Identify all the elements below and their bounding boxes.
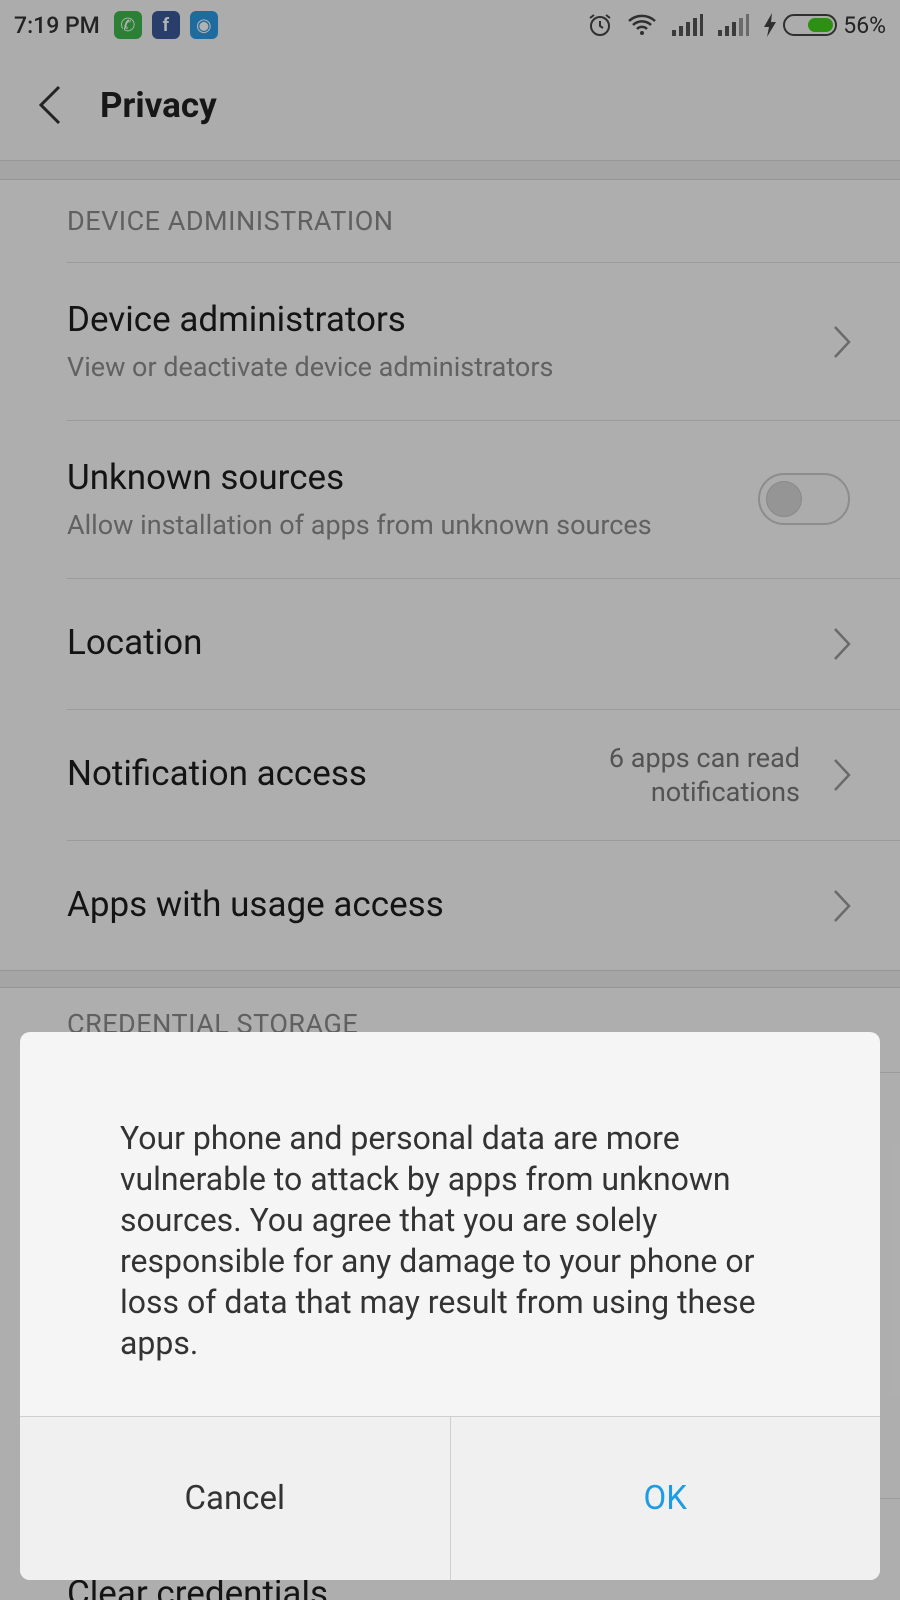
dialog-button-bar: Cancel OK bbox=[20, 1416, 880, 1580]
cancel-button[interactable]: Cancel bbox=[20, 1417, 450, 1580]
ok-button[interactable]: OK bbox=[449, 1417, 881, 1580]
dialog-message: Your phone and personal data are more vu… bbox=[120, 1119, 756, 1362]
warning-dialog: Your phone and personal data are more vu… bbox=[20, 1032, 880, 1580]
